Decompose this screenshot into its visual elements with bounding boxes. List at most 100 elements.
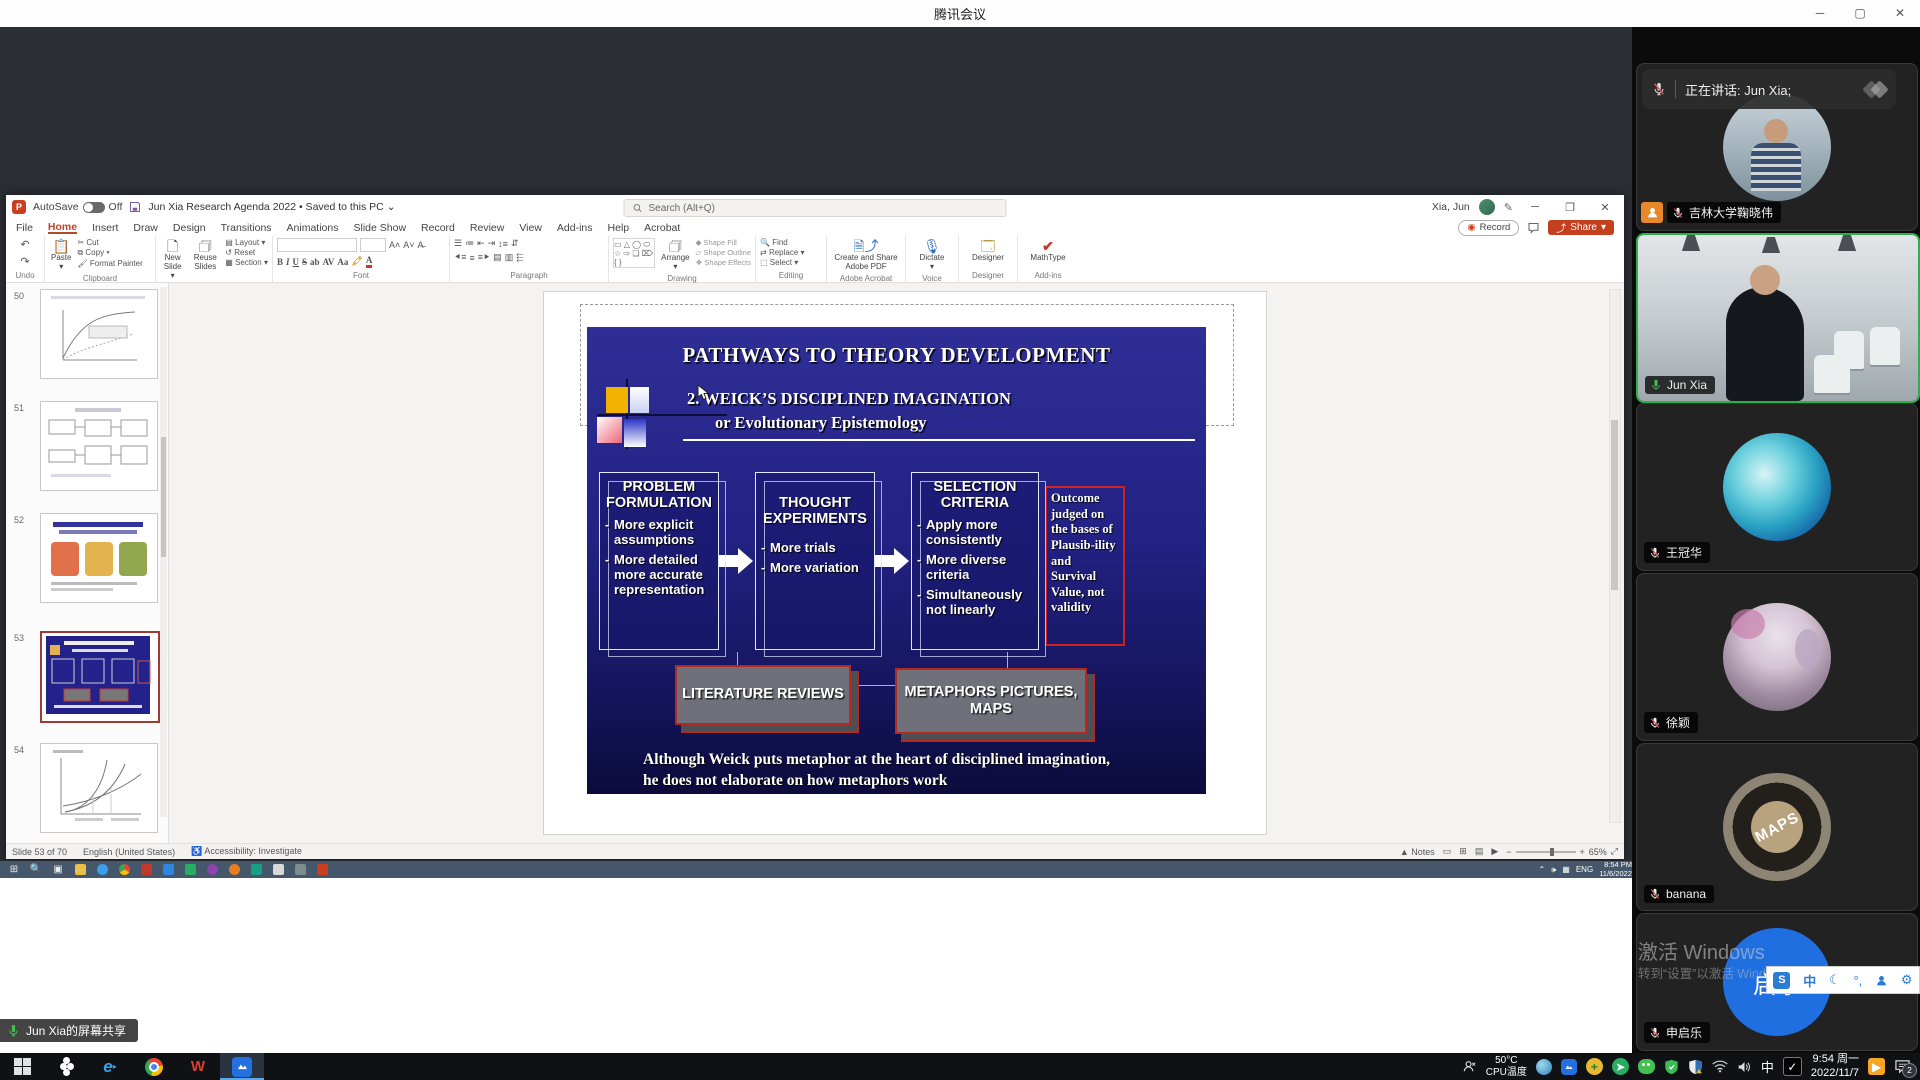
paste-button[interactable]: 📋 Paste▾ [49, 238, 73, 273]
canvas-scrollbar[interactable] [1609, 289, 1621, 823]
slide-thumbnail-50[interactable] [40, 289, 158, 379]
search-input[interactable]: Search (Alt+Q) [624, 199, 1007, 217]
app-icon[interactable] [224, 862, 244, 877]
shrink-font-icon[interactable]: A˅ [403, 240, 414, 250]
app-icon[interactable] [268, 862, 288, 877]
share-button[interactable]: ⤴Share ▾ [1548, 220, 1614, 235]
columns-icon[interactable]: ▥ [505, 252, 514, 263]
slide-thumbnail-51[interactable] [40, 401, 158, 491]
italic-icon[interactable]: I [286, 257, 290, 267]
document-title[interactable]: Jun Xia Research Agenda 2022 • Saved to … [148, 201, 395, 213]
ppt-restore-icon[interactable]: ❐ [1557, 201, 1583, 214]
tray-clock[interactable]: 8:54 PM 11/6/2022 [1599, 861, 1632, 878]
participant-tile-speaking[interactable]: Jun Xia [1636, 233, 1920, 403]
layout-button[interactable]: ▤ Layout ▾ [225, 238, 268, 247]
undo-icon[interactable]: ↶ [20, 238, 29, 251]
task-view-icon[interactable]: ▣ [48, 862, 68, 877]
replace-button[interactable]: ⇄ Replace ▾ [760, 248, 805, 257]
cut-button[interactable]: ✂ Cut [77, 238, 142, 247]
ime-mode-indicator[interactable]: 中 [1761, 1057, 1774, 1076]
app-icon[interactable] [136, 862, 156, 877]
zoom-slider[interactable] [1516, 851, 1576, 853]
thumbnail-scrollbar[interactable] [160, 287, 167, 817]
numbering-icon[interactable]: ≔ [465, 238, 474, 249]
sogou-logo-icon[interactable]: S [1773, 972, 1790, 989]
wps-office-icon[interactable]: W [176, 1053, 220, 1080]
indent-increase-icon[interactable]: ⇥ [488, 238, 496, 249]
slide-thumbnail-52[interactable] [40, 513, 158, 603]
new-slide-button[interactable]: 🗋 New Slide▾ [160, 238, 185, 281]
section-button[interactable]: ▦ Section ▾ [225, 258, 268, 267]
tab-file[interactable]: File [16, 222, 33, 234]
highlight-icon[interactable]: 🖍 [351, 256, 362, 267]
tab-acrobat[interactable]: Acrobat [644, 222, 680, 234]
justify-icon[interactable]: ▤ [493, 252, 502, 263]
tray-chevron-icon[interactable]: ⌃ [1539, 865, 1546, 874]
text-direction-icon[interactable]: ⇵ [511, 238, 519, 249]
tab-slide-show[interactable]: Slide Show [354, 222, 407, 234]
language-indicator[interactable]: English (United States) [83, 847, 175, 857]
smartart-icon[interactable]: ⬱ [516, 252, 523, 263]
tab-add-ins[interactable]: Add-ins [557, 222, 593, 234]
maximize-icon[interactable]: ▢ [1840, 0, 1880, 26]
accessibility-indicator[interactable]: ♿ Accessibility: Investigate [191, 846, 302, 857]
arrow-tray-icon[interactable]: ➤ [1612, 1058, 1629, 1075]
redo-icon[interactable]: ↷ [20, 255, 29, 268]
notification-center-icon[interactable]: 2 [1894, 1059, 1912, 1075]
app-icon[interactable] [246, 862, 266, 877]
autosave-toggle-track[interactable] [83, 202, 105, 213]
reset-button[interactable]: ↺ Reset [225, 248, 268, 257]
close-icon[interactable]: ✕ [1880, 0, 1920, 26]
security-shield-icon[interactable] [1664, 1059, 1679, 1075]
shape-outline-button[interactable]: ▱ Shape Outline [696, 248, 751, 257]
change-case-icon[interactable]: Aa [337, 257, 348, 267]
search-app-icon[interactable] [44, 1053, 88, 1080]
account-name[interactable]: Xia, Jun [1432, 201, 1470, 213]
app-icon[interactable] [290, 862, 310, 877]
coin-tray-icon[interactable]: + [1586, 1058, 1603, 1075]
slide-thumbnail-53-selected[interactable] [40, 631, 160, 723]
underline-icon[interactable]: U [293, 257, 300, 267]
zoom-in-icon[interactable]: + [1580, 847, 1585, 857]
tab-animations[interactable]: Animations [287, 222, 339, 234]
zoom-level[interactable]: 65% [1589, 847, 1607, 857]
create-pdf-button[interactable]: 🗎⤴ Create and Share Adobe PDF [831, 238, 901, 273]
fit-slide-icon[interactable]: ⤢ [1611, 846, 1618, 857]
moon-icon[interactable]: ☾ [1829, 972, 1841, 988]
system-clock[interactable]: 9:54 周一 2022/11/7 [1811, 1053, 1859, 1079]
tray-volume-icon[interactable]: 🕪 [1551, 865, 1556, 875]
contacts-tray-icon[interactable] [1462, 1059, 1477, 1074]
strikethrough-icon[interactable]: S [302, 257, 307, 267]
minimize-icon[interactable]: ─ [1800, 0, 1840, 26]
wifi-tray-icon[interactable] [1712, 1060, 1728, 1073]
designer-button[interactable]: 🗔 Designer [970, 238, 1006, 264]
pencil-icon[interactable]: ✎ [1504, 201, 1513, 214]
tab-view[interactable]: View [519, 222, 542, 234]
font-name-select[interactable] [277, 238, 357, 252]
format-painter-button[interactable]: 🖌 Format Painter [77, 259, 142, 268]
tab-help[interactable]: Help [608, 222, 630, 234]
tab-record[interactable]: Record [421, 222, 455, 234]
shape-fill-button[interactable]: ◆ Shape Fill [696, 238, 751, 247]
save-icon[interactable] [129, 201, 141, 213]
tab-insert[interactable]: Insert [92, 222, 118, 234]
participant-tile[interactable]: 徐颖 [1636, 573, 1918, 741]
gear-icon[interactable]: ⚙ [1901, 972, 1913, 988]
chinese-mode-icon[interactable]: 中 [1803, 971, 1816, 990]
font-size-select[interactable] [360, 238, 386, 252]
start-button[interactable] [0, 1053, 44, 1080]
browser-icon[interactable] [92, 862, 112, 877]
align-right-icon[interactable]: ≡⯈ [478, 252, 490, 263]
shapes-gallery[interactable]: ▭ △ ◯ ⬭ ☆ ⇨ ❏ ⌦ { } [613, 238, 655, 268]
defender-shield-warning-icon[interactable] [1688, 1059, 1703, 1075]
select-button[interactable]: ⬚ Select ▾ [760, 258, 805, 267]
chrome-icon[interactable] [132, 1053, 176, 1080]
indent-decrease-icon[interactable]: ⇤ [477, 238, 485, 249]
bold-icon[interactable]: B [277, 257, 283, 267]
align-center-icon[interactable]: ≡ [469, 253, 474, 263]
tab-draw[interactable]: Draw [133, 222, 158, 234]
autosave-toggle[interactable]: AutoSave Off [33, 201, 122, 213]
dictate-button[interactable]: 🎙 Dictate▾ [918, 238, 947, 273]
meeting-tray-icon[interactable] [1561, 1059, 1577, 1075]
chrome-icon[interactable] [114, 862, 134, 877]
